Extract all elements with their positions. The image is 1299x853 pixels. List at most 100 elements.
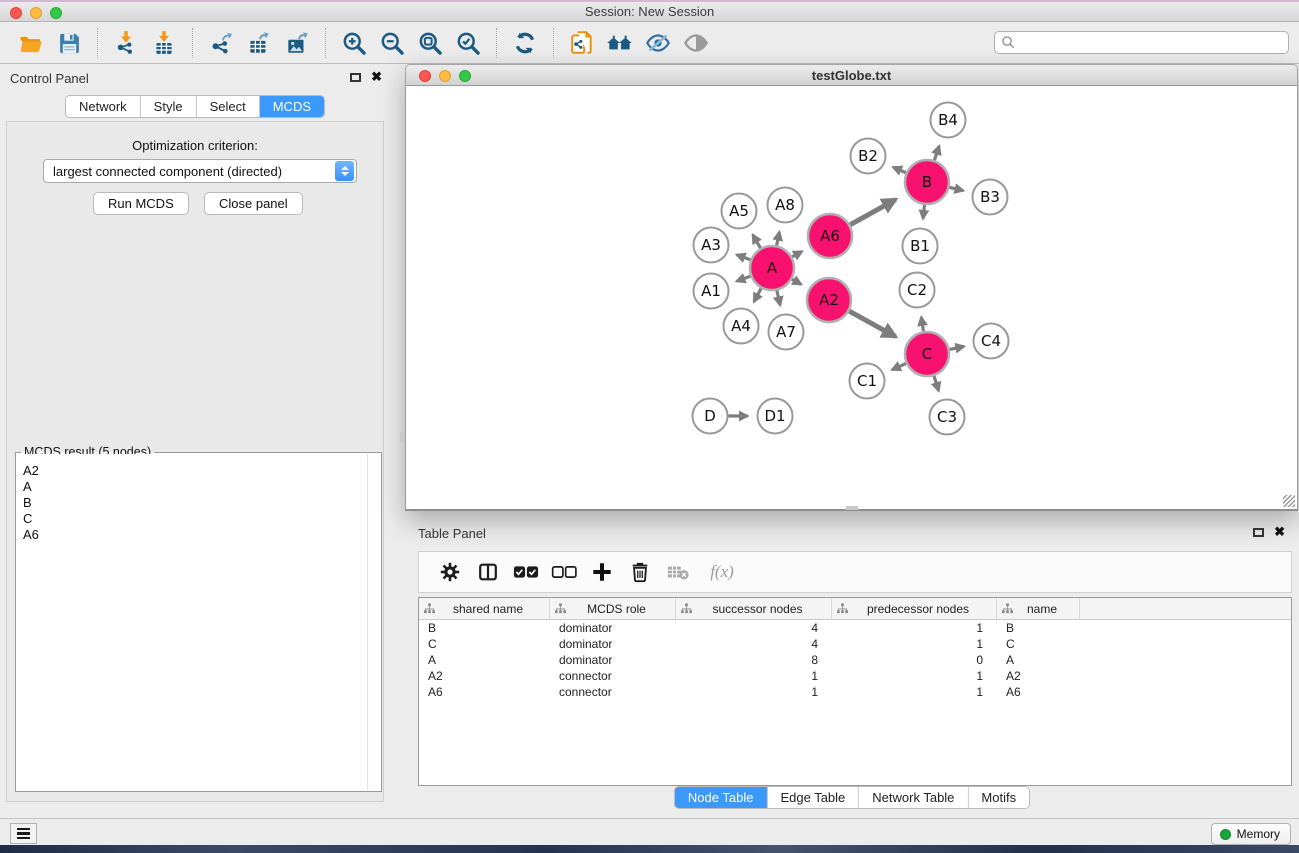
deselect-all-button[interactable] [547, 557, 581, 587]
gallery-button[interactable] [604, 27, 636, 59]
graph-node-B1[interactable]: B1 [903, 229, 938, 264]
column-header-name[interactable]: name [997, 598, 1080, 619]
close-network-button[interactable] [419, 70, 431, 82]
column-header-shared-name[interactable]: shared name [419, 598, 550, 619]
tab-node-table[interactable]: Node Table [675, 787, 768, 808]
zoom-selected-button[interactable] [452, 27, 484, 59]
search-input[interactable] [1016, 34, 1288, 52]
result-item[interactable]: B [17, 495, 367, 511]
graph-edge-A2-C[interactable] [849, 311, 895, 337]
result-item[interactable]: A [17, 479, 367, 495]
graph-node-A2[interactable]: A2 [807, 278, 851, 322]
tab-motifs[interactable]: Motifs [968, 787, 1029, 808]
graph-edge-A-A2[interactable] [792, 279, 801, 284]
graph-node-D1[interactable]: D1 [758, 399, 793, 434]
graph-node-A6[interactable]: A6 [808, 214, 852, 258]
graph-node-C[interactable]: C [905, 332, 949, 376]
graph-edge-C-C4[interactable] [950, 346, 964, 349]
zoom-out-button[interactable] [376, 27, 408, 59]
import-network-button[interactable] [110, 27, 142, 59]
tab-network-table[interactable]: Network Table [859, 787, 968, 808]
export-image-button[interactable] [281, 27, 313, 59]
import-table-button[interactable] [148, 27, 180, 59]
tab-network[interactable]: Network [66, 96, 141, 117]
task-history-button[interactable] [10, 823, 37, 844]
show-eye-button[interactable] [680, 27, 712, 59]
table-settings-button[interactable] [433, 557, 467, 587]
float-panel-icon[interactable] [350, 73, 361, 82]
network-canvas[interactable]: B4B2BB3B1A5A8A6A3AA1A4A7A2C2C4CC1C3DD1 [405, 86, 1298, 511]
result-item[interactable]: A2 [17, 463, 367, 479]
table-row[interactable]: A2connector11A2 [419, 668, 1291, 684]
graph-edge-C-C3[interactable] [934, 376, 939, 391]
zoom-fit-button[interactable] [414, 27, 446, 59]
mcds-result-list[interactable]: A2ABCA6 [17, 454, 367, 790]
graph-edge-A-A7[interactable] [777, 290, 780, 305]
graph-edge-C-C2[interactable] [921, 317, 923, 331]
graph-edge-A6-B[interactable] [850, 200, 895, 225]
graph-node-A8[interactable]: A8 [768, 188, 803, 223]
graph-edge-A-A8[interactable] [777, 232, 780, 246]
vertical-scroll-thumb[interactable] [400, 432, 405, 443]
graph-edge-A-A5[interactable] [753, 235, 761, 248]
graph-node-A[interactable]: A [750, 246, 794, 290]
graph-node-D[interactable]: D [693, 399, 728, 434]
column-header-predecessor-nodes[interactable]: predecessor nodes [832, 598, 997, 619]
save-session-button[interactable] [53, 27, 85, 59]
zoom-in-button[interactable] [338, 27, 370, 59]
refresh-layout-button[interactable] [509, 27, 541, 59]
column-header-successor-nodes[interactable]: successor nodes [676, 598, 832, 619]
table-row[interactable]: Bdominator41B [419, 620, 1291, 636]
graph-edge-A-A6[interactable] [792, 251, 802, 256]
result-item[interactable]: A6 [17, 527, 367, 543]
graph-node-C4[interactable]: C4 [974, 324, 1009, 359]
graph-node-A5[interactable]: A5 [722, 194, 757, 229]
zoom-network-button[interactable] [459, 70, 471, 82]
add-column-button[interactable] [585, 557, 619, 587]
graph-node-B[interactable]: B [905, 160, 949, 204]
memory-button[interactable]: Memory [1211, 823, 1291, 845]
graph-edge-B-B3[interactable] [949, 187, 963, 190]
delete-column-button[interactable] [623, 557, 657, 587]
delete-table-button[interactable] [661, 557, 695, 587]
duplicate-network-button[interactable] [566, 27, 598, 59]
network-graph[interactable]: B4B2BB3B1A5A8A6A3AA1A4A7A2C2C4CC1C3DD1 [406, 86, 1297, 509]
export-network-button[interactable] [205, 27, 237, 59]
graph-node-A3[interactable]: A3 [694, 228, 729, 263]
tab-select[interactable]: Select [197, 96, 260, 117]
graph-node-A7[interactable]: A7 [769, 315, 804, 350]
resize-grip[interactable] [1283, 495, 1295, 507]
run-mcds-button[interactable]: Run MCDS [93, 192, 189, 215]
result-item[interactable]: C [17, 511, 367, 527]
graph-edge-A-A4[interactable] [754, 288, 761, 301]
select-all-button[interactable] [509, 557, 543, 587]
table-row[interactable]: A6connector11A6 [419, 684, 1291, 700]
column-header-MCDS-role[interactable]: MCDS role [550, 598, 676, 619]
horizontal-scroll-thumb[interactable] [846, 506, 858, 510]
graph-edge-A-A3[interactable] [737, 255, 751, 260]
close-table-panel-icon[interactable]: ✖ [1274, 527, 1285, 537]
function-builder-button[interactable]: f(x) [699, 557, 745, 587]
table-row[interactable]: Cdominator41C [419, 636, 1291, 652]
show-column-button[interactable] [471, 557, 505, 587]
graph-edge-B-B4[interactable] [934, 146, 939, 160]
close-window-button[interactable] [10, 7, 22, 19]
graph-edge-B-B2[interactable] [893, 167, 906, 173]
search-field[interactable] [994, 31, 1289, 54]
graph-edge-A-A1[interactable] [737, 276, 751, 281]
open-session-button[interactable] [15, 27, 47, 59]
minimize-window-button[interactable] [30, 7, 42, 19]
graph-node-A4[interactable]: A4 [724, 309, 759, 344]
close-panel-icon[interactable]: ✖ [371, 72, 382, 82]
graph-node-A1[interactable]: A1 [694, 274, 729, 309]
minimize-network-button[interactable] [439, 70, 451, 82]
float-table-panel-icon[interactable] [1253, 528, 1264, 537]
criterion-dropdown[interactable]: largest connected component (directed) [43, 159, 357, 183]
graph-edge-C-C1[interactable] [892, 363, 906, 369]
graph-node-C2[interactable]: C2 [900, 273, 935, 308]
tab-edge-table[interactable]: Edge Table [767, 787, 859, 808]
graph-node-B3[interactable]: B3 [973, 180, 1008, 215]
graph-node-C1[interactable]: C1 [850, 364, 885, 399]
tab-mcds[interactable]: MCDS [260, 96, 324, 117]
graph-edge-B-B1[interactable] [923, 205, 925, 219]
